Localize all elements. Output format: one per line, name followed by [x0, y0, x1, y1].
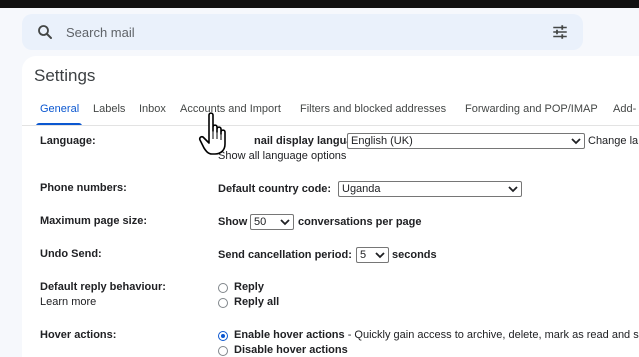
- country-code-value: Uganda: [342, 183, 381, 195]
- country-code-select[interactable]: Uganda: [338, 181, 522, 197]
- reply-option-label[interactable]: Reply: [234, 281, 264, 293]
- tab-add-ons[interactable]: Add-: [613, 103, 636, 115]
- default-country-code-label: Default country code:: [218, 183, 332, 195]
- undo-send-label: Undo Send:: [40, 248, 102, 260]
- display-language-select[interactable]: English (UK): [347, 133, 585, 149]
- search-bar[interactable]: [22, 14, 583, 50]
- phone-numbers-label: Phone numbers:: [40, 182, 127, 194]
- seconds-label: seconds: [392, 249, 437, 261]
- send-cancellation-period-label: Send cancellation period:: [218, 249, 352, 261]
- enable-hover-actions-description: - Quickly gain access to archive, delete…: [344, 329, 639, 341]
- page-size-select[interactable]: 50: [250, 214, 294, 230]
- display-language-value: English (UK): [351, 135, 413, 147]
- page-title: Settings: [34, 66, 96, 85]
- learn-more-link[interactable]: Learn more: [40, 296, 96, 308]
- disable-hover-actions-label[interactable]: Disable hover actions: [234, 344, 348, 356]
- enable-hover-actions-radio[interactable]: [218, 331, 228, 341]
- tab-forwarding-and-pop-imap[interactable]: Forwarding and POP/IMAP: [465, 103, 598, 115]
- show-all-language-options-link[interactable]: Show all language options: [218, 150, 346, 162]
- max-page-size-label: Maximum page size:: [40, 215, 147, 227]
- language-label: Language:: [40, 135, 96, 147]
- undo-send-period-value: 5: [360, 249, 367, 261]
- chevron-down-icon: [571, 138, 581, 145]
- hover-actions-label: Hover actions:: [40, 329, 117, 341]
- tab-inbox[interactable]: Inbox: [139, 103, 166, 115]
- tab-labels[interactable]: Labels: [93, 103, 125, 115]
- enable-hover-actions-option[interactable]: Enable hover actions - Quickly gain acce…: [234, 329, 639, 341]
- chevron-down-icon: [280, 219, 290, 226]
- tab-general[interactable]: General: [40, 103, 79, 115]
- search-icon[interactable]: [36, 23, 54, 41]
- undo-send-period-select[interactable]: 5: [356, 247, 389, 263]
- disable-hover-actions-radio[interactable]: [218, 346, 228, 356]
- show-label: Show: [218, 216, 248, 228]
- hand-pointer-cursor-icon: [198, 112, 226, 155]
- active-tab-indicator: [36, 123, 82, 125]
- reply-radio[interactable]: [218, 283, 228, 293]
- chevron-down-icon: [375, 252, 385, 259]
- enable-hover-actions-label: Enable hover actions: [234, 329, 345, 341]
- page-size-value: 50: [254, 216, 267, 228]
- chevron-down-icon: [508, 186, 518, 193]
- search-input[interactable]: [66, 22, 486, 42]
- change-language-link[interactable]: Change la: [588, 135, 638, 147]
- settings-tabs: General Labels Inbox Accounts and Import…: [22, 96, 639, 126]
- tune-icon[interactable]: [551, 23, 569, 41]
- tab-filters-and-blocked-addresses[interactable]: Filters and blocked addresses: [300, 103, 446, 115]
- settings-panel: Settings General Labels Inbox Accounts a…: [22, 56, 639, 357]
- window-top-edge: [0, 0, 639, 8]
- default-reply-behaviour-label: Default reply behaviour:: [40, 281, 166, 293]
- reply-all-option-label[interactable]: Reply all: [234, 296, 279, 308]
- conversations-per-page-label: conversations per page: [298, 216, 422, 228]
- reply-all-radio[interactable]: [218, 298, 228, 308]
